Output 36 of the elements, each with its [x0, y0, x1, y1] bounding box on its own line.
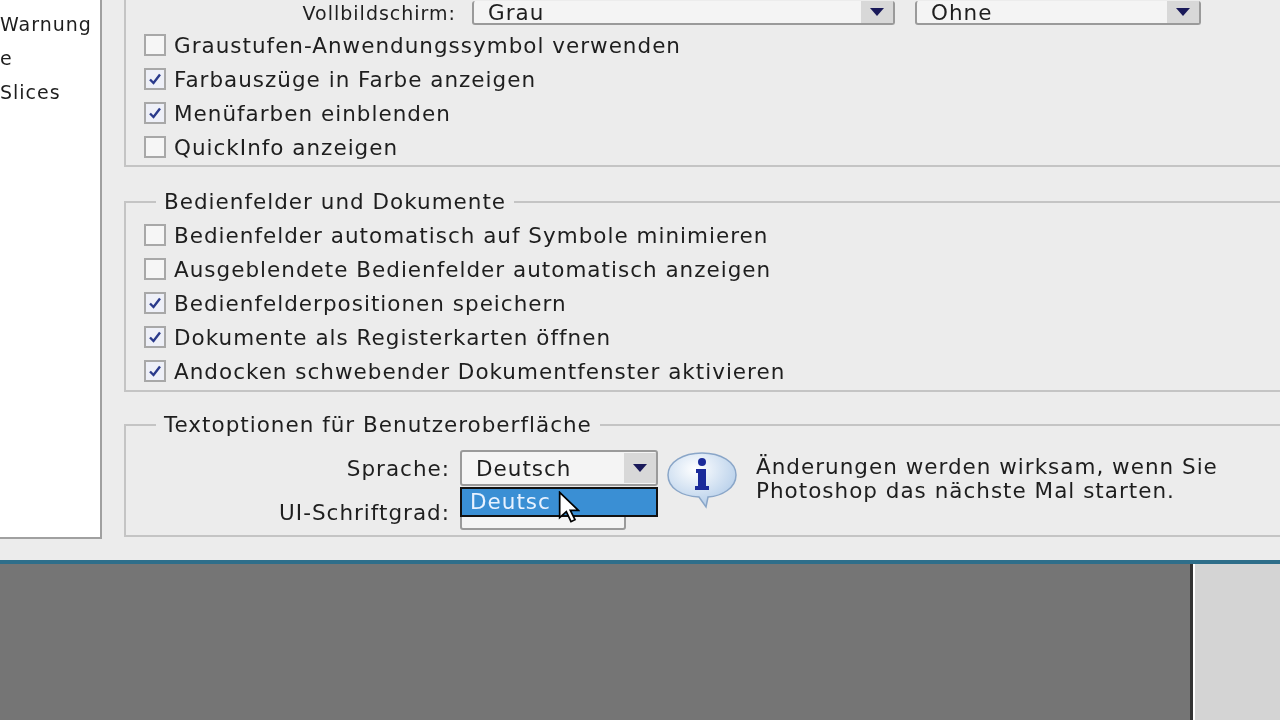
font-size-label: UI-Schriftgrad:	[278, 499, 450, 525]
language-dropdown[interactable]: Deutsch	[460, 450, 658, 486]
checkbox-label: Farbauszüge in Farbe anzeigen	[174, 66, 537, 92]
checkbox-label: Graustufen-Anwendungssymbol verwenden	[174, 32, 681, 58]
checkbox-label: Dokumente als Registerkarten öffnen	[174, 324, 612, 350]
sidebar-item[interactable]: Warnung	[0, 10, 100, 44]
checkbox-label: Bedienfelder automatisch auf Symbole minimieren	[174, 222, 769, 248]
checkbox[interactable]	[144, 258, 166, 280]
check-mark-icon	[147, 363, 163, 379]
checkbox[interactable]	[144, 326, 166, 348]
sidebar-item[interactable]: Slices	[0, 78, 100, 112]
check-mark-icon	[147, 105, 163, 121]
check-mark-icon	[147, 329, 163, 345]
fullscreen-label: Vollbildschirm:	[301, 2, 457, 24]
check-mark-icon	[147, 295, 163, 311]
checkbox[interactable]	[144, 360, 166, 382]
language-label: Sprache:	[345, 455, 450, 481]
check-mark-icon	[147, 71, 163, 87]
checkbox[interactable]	[144, 224, 166, 246]
dropdown[interactable]: Ohne	[915, 1, 1201, 25]
info-icon	[666, 451, 738, 509]
checkbox[interactable]	[144, 136, 166, 158]
checkbox[interactable]	[144, 68, 166, 90]
group-title: Bedienfelder und Dokumente	[163, 189, 508, 214]
checkbox[interactable]	[144, 102, 166, 124]
checkbox-label: Ausgeblendete Bedienfelder automatisch anzeigen	[174, 256, 772, 282]
checkbox[interactable]	[144, 34, 166, 56]
sidebar-item[interactable]: e	[0, 44, 100, 78]
group-title: Textoptionen für Benutzeroberfläche	[163, 412, 593, 437]
checkbox[interactable]	[144, 292, 166, 314]
checkbox-label: Andocken schwebender Dokumentfenster aktivieren	[174, 358, 786, 384]
checkbox-label: Bedienfelderpositionen speichern	[174, 290, 567, 316]
checkbox-label: QuickInfo anzeigen	[174, 134, 399, 160]
restart-notice: Änderungen werden wirksam, wenn Sie Photoshop das nächste Mal starten.	[756, 455, 1219, 503]
checkbox-label: Menüfarben einblenden	[174, 100, 451, 126]
dropdown[interactable]: Grau	[472, 1, 895, 25]
